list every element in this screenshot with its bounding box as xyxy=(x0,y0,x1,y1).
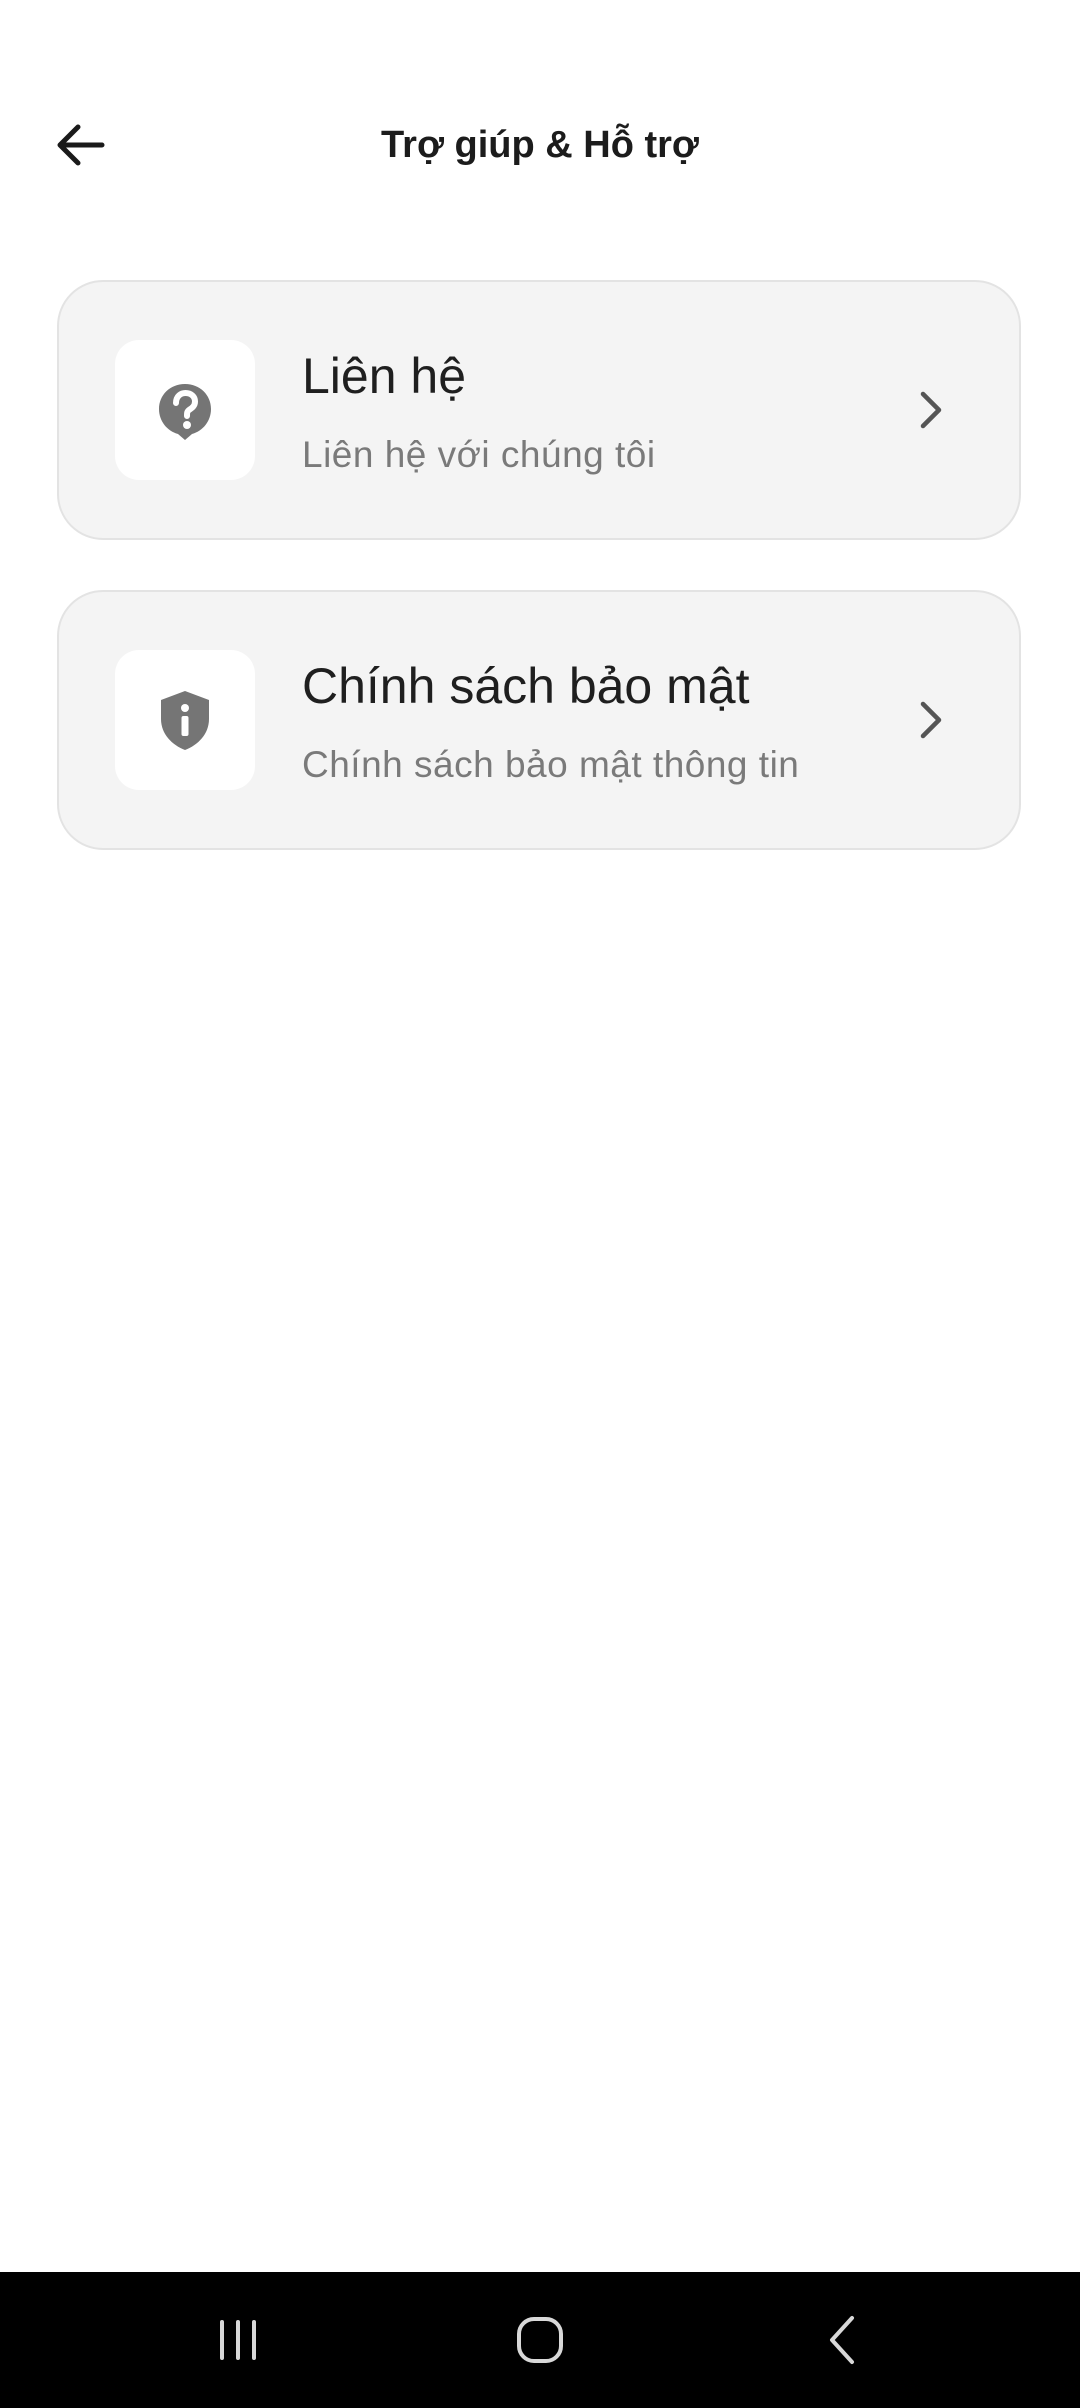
system-back-button[interactable] xyxy=(782,2300,902,2380)
help-circle-icon xyxy=(159,384,211,440)
shield-info-icon xyxy=(161,691,209,750)
home-button[interactable] xyxy=(480,2300,600,2380)
system-navigation-bar xyxy=(0,2272,1080,2408)
contact-card[interactable]: Liên hệ Liên hệ với chúng tôi xyxy=(57,280,1021,540)
recent-apps-icon xyxy=(220,2320,256,2360)
privacy-policy-subtitle: Chính sách bảo mật thông tin xyxy=(302,744,800,785)
privacy-policy-title: Chính sách bảo mật xyxy=(302,658,750,714)
page-title: Trợ giúp & Hỗ trợ xyxy=(381,124,699,166)
app-bar: Trợ giúp & Hỗ trợ xyxy=(0,0,1080,230)
system-back-icon xyxy=(830,2316,854,2364)
home-icon xyxy=(517,2317,563,2363)
recent-apps-button[interactable] xyxy=(178,2300,298,2380)
chevron-right-icon xyxy=(903,382,959,438)
chevron-right-icon xyxy=(903,692,959,748)
contact-title: Liên hệ xyxy=(302,348,467,404)
contact-icon-box xyxy=(115,340,255,480)
privacy-policy-card[interactable]: Chính sách bảo mật Chính sách bảo mật th… xyxy=(57,590,1021,850)
privacy-icon-box xyxy=(115,650,255,790)
contact-subtitle: Liên hệ với chúng tôi xyxy=(302,434,656,475)
